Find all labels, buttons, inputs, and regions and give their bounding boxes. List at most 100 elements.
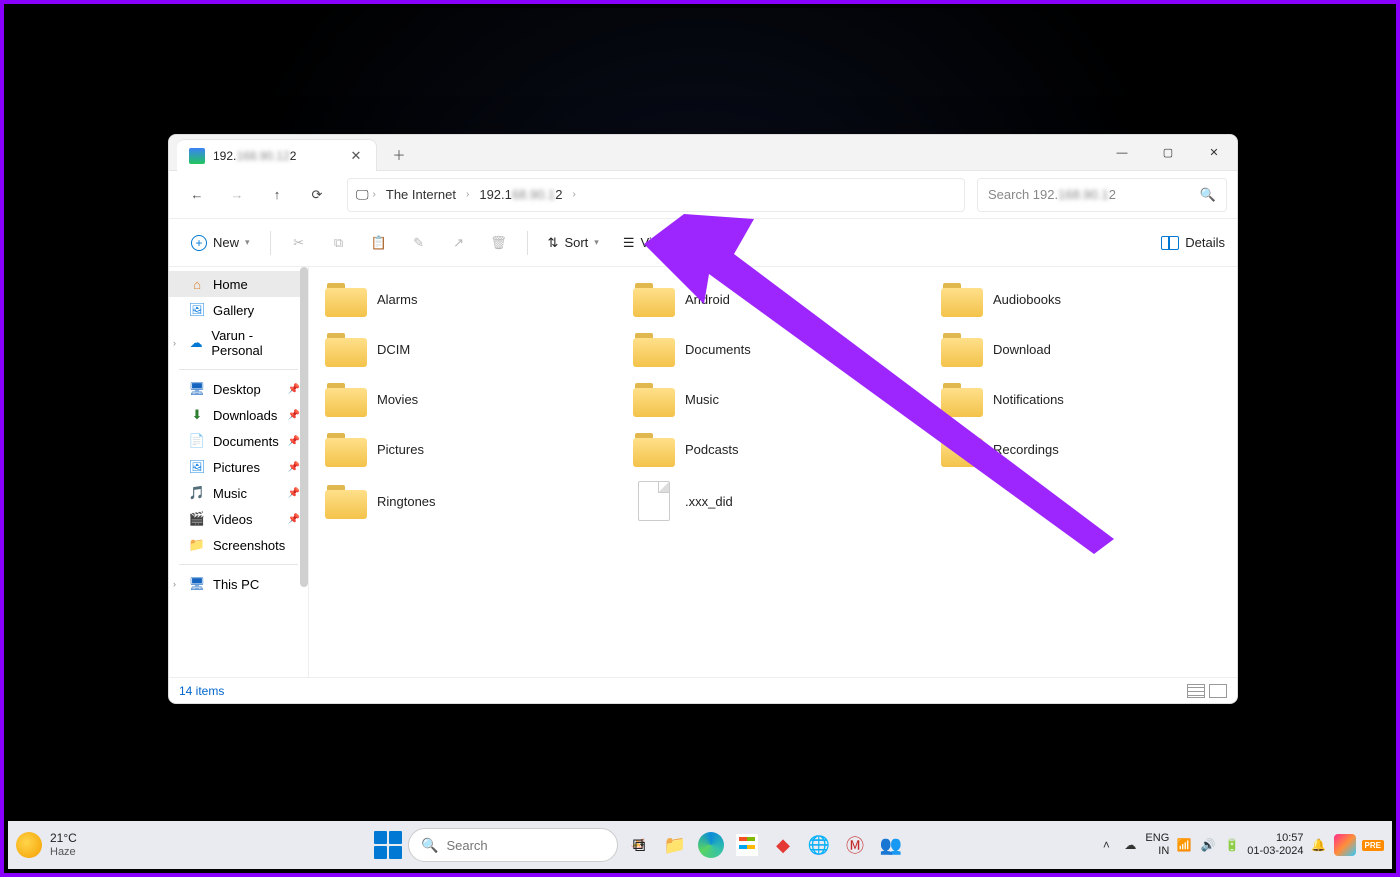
address-bar[interactable]: 🖵 › The Internet › 192.168.90.12 › bbox=[347, 178, 965, 212]
sidebar-item-home[interactable]: ⌂Home bbox=[169, 271, 308, 297]
onedrive-tray-icon[interactable]: ☁ bbox=[1121, 836, 1139, 854]
gallery-icon: 🖼 bbox=[189, 302, 205, 318]
view-button[interactable]: ☰ View ▾ bbox=[613, 226, 689, 260]
taskbar-search-input[interactable] bbox=[446, 838, 622, 853]
mcafee-taskbar-button[interactable]: Ⓜ bbox=[840, 830, 870, 860]
folder-item[interactable]: Podcasts bbox=[629, 427, 917, 471]
file-explorer-window: 192.168.90.122 ✕ ＋ — ▢ ✕ ← → ↑ ⟳ 🖵 › The… bbox=[168, 134, 1238, 704]
details-pane-icon bbox=[1161, 236, 1179, 250]
folder-item[interactable]: Pictures bbox=[321, 427, 609, 471]
rename-button[interactable]: ✎ bbox=[401, 226, 437, 260]
sort-icon: ⇅ bbox=[548, 235, 559, 251]
clipboard-icon: 📋 bbox=[370, 235, 386, 251]
folder-item[interactable]: Audiobooks bbox=[937, 277, 1225, 321]
start-button[interactable] bbox=[374, 831, 402, 859]
battery-icon[interactable]: 🔋 bbox=[1223, 836, 1241, 854]
folder-item[interactable]: Documents bbox=[629, 327, 917, 371]
refresh-button[interactable]: ⟳ bbox=[299, 177, 335, 213]
cut-button[interactable]: ✂ bbox=[281, 226, 317, 260]
minimize-button[interactable]: — bbox=[1099, 135, 1145, 170]
sort-button[interactable]: ⇅ Sort ▾ bbox=[538, 226, 609, 260]
app-taskbar-button[interactable]: 🌐 bbox=[804, 830, 834, 860]
store-taskbar-button[interactable] bbox=[732, 830, 762, 860]
folder-item[interactable]: Recordings bbox=[937, 427, 1225, 471]
plus-icon: + bbox=[191, 235, 207, 251]
delete-button[interactable]: 🗑 bbox=[481, 226, 517, 260]
window-tab[interactable]: 192.168.90.122 ✕ bbox=[177, 139, 377, 171]
file-icon bbox=[638, 481, 670, 521]
sidebar-item-onedrive[interactable]: ›☁Varun - Personal bbox=[169, 323, 308, 363]
copy-button[interactable]: ⧉ bbox=[321, 226, 357, 260]
teams-taskbar-button[interactable]: 👥 bbox=[876, 830, 906, 860]
item-label: Alarms bbox=[377, 292, 417, 307]
nav-bar: ← → ↑ ⟳ 🖵 › The Internet › 192.168.90.12… bbox=[169, 171, 1237, 219]
pin-icon: 📌 bbox=[288, 488, 300, 499]
folder-item[interactable]: Ringtones bbox=[321, 477, 609, 525]
folder-item[interactable]: Android bbox=[629, 277, 917, 321]
file-item[interactable]: .xxx_did bbox=[629, 477, 917, 525]
up-button[interactable]: ↑ bbox=[259, 177, 295, 213]
sidebar-item-videos[interactable]: 🎬Videos📌 bbox=[169, 506, 308, 532]
clock[interactable]: 10:57 01-03-2024 bbox=[1247, 832, 1303, 857]
pre-badge: PRE bbox=[1362, 840, 1384, 851]
item-label: DCIM bbox=[377, 342, 410, 357]
close-tab-button[interactable]: ✕ bbox=[342, 148, 370, 164]
item-label: Music bbox=[685, 392, 719, 407]
folder-item[interactable]: Music bbox=[629, 377, 917, 421]
notification-icon[interactable]: 🔔 bbox=[1310, 836, 1328, 854]
folder-icon bbox=[633, 331, 675, 367]
search-text: Search 192.168.90.12 bbox=[988, 187, 1116, 202]
explorer-taskbar-button[interactable]: 📁 bbox=[660, 830, 690, 860]
item-label: Android bbox=[685, 292, 730, 307]
folder-item[interactable]: Notifications bbox=[937, 377, 1225, 421]
task-view-button[interactable]: ⧉ bbox=[624, 830, 654, 860]
breadcrumb-ip[interactable]: 192.168.90.12 bbox=[473, 187, 568, 202]
chevron-right-icon: › bbox=[573, 189, 576, 200]
new-button[interactable]: + New ▾ bbox=[181, 226, 260, 260]
sidebar-item-documents[interactable]: 📄Documents📌 bbox=[169, 428, 308, 454]
folder-item[interactable]: Alarms bbox=[321, 277, 609, 321]
folder-item[interactable]: Download bbox=[937, 327, 1225, 371]
back-button[interactable]: ← bbox=[179, 177, 215, 213]
wifi-icon[interactable]: 📶 bbox=[1175, 836, 1193, 854]
scrollbar[interactable] bbox=[300, 267, 308, 587]
folder-icon bbox=[633, 431, 675, 467]
forward-button[interactable]: → bbox=[219, 177, 255, 213]
pc-icon: 🖥 bbox=[189, 576, 205, 592]
sidebar-item-pictures[interactable]: 🖼Pictures📌 bbox=[169, 454, 308, 480]
close-window-button[interactable]: ✕ bbox=[1191, 135, 1237, 170]
item-label: Recordings bbox=[993, 442, 1059, 457]
new-tab-button[interactable]: ＋ bbox=[385, 141, 413, 167]
volume-icon[interactable]: 🔊 bbox=[1199, 836, 1217, 854]
chevron-right-icon: › bbox=[466, 189, 469, 200]
sidebar-item-desktop[interactable]: 🖥Desktop📌 bbox=[169, 376, 308, 402]
language-indicator[interactable]: ENG IN bbox=[1145, 832, 1169, 857]
maximize-button[interactable]: ▢ bbox=[1145, 135, 1191, 170]
taskbar-search[interactable]: 🔍 🍜 bbox=[408, 828, 618, 862]
details-view-button[interactable] bbox=[1187, 684, 1205, 698]
sidebar-item-thispc[interactable]: ›🖥This PC bbox=[169, 571, 308, 597]
copilot-button[interactable] bbox=[1334, 834, 1356, 856]
folder-icon bbox=[941, 381, 983, 417]
search-box[interactable]: Search 192.168.90.12 🔍 bbox=[977, 178, 1227, 212]
weather-widget[interactable]: 21°C Haze bbox=[50, 832, 77, 857]
item-label: Podcasts bbox=[685, 442, 738, 457]
breadcrumb-root[interactable]: The Internet bbox=[380, 187, 462, 202]
sidebar: ⌂Home 🖼Gallery ›☁Varun - Personal 🖥Deskt… bbox=[169, 267, 309, 677]
details-button[interactable]: Details bbox=[1161, 235, 1225, 250]
paste-button[interactable]: 📋 bbox=[361, 226, 397, 260]
pin-icon: 📌 bbox=[288, 462, 300, 473]
app-taskbar-button[interactable]: ◆ bbox=[768, 830, 798, 860]
icons-view-button[interactable] bbox=[1209, 684, 1227, 698]
edge-taskbar-button[interactable] bbox=[696, 830, 726, 860]
chevron-down-icon: ▾ bbox=[245, 237, 250, 248]
sidebar-item-downloads[interactable]: ⬇Downloads📌 bbox=[169, 402, 308, 428]
sidebar-item-screenshots[interactable]: 📁Screenshots bbox=[169, 532, 308, 558]
folder-item[interactable]: DCIM bbox=[321, 327, 609, 371]
tray-chevron-icon[interactable]: ˄ bbox=[1097, 836, 1115, 854]
folder-item[interactable]: Movies bbox=[321, 377, 609, 421]
chevron-down-icon: ▾ bbox=[674, 237, 679, 248]
sidebar-item-music[interactable]: 🎵Music📌 bbox=[169, 480, 308, 506]
sidebar-item-gallery[interactable]: 🖼Gallery bbox=[169, 297, 308, 323]
share-button[interactable]: ↗ bbox=[441, 226, 477, 260]
